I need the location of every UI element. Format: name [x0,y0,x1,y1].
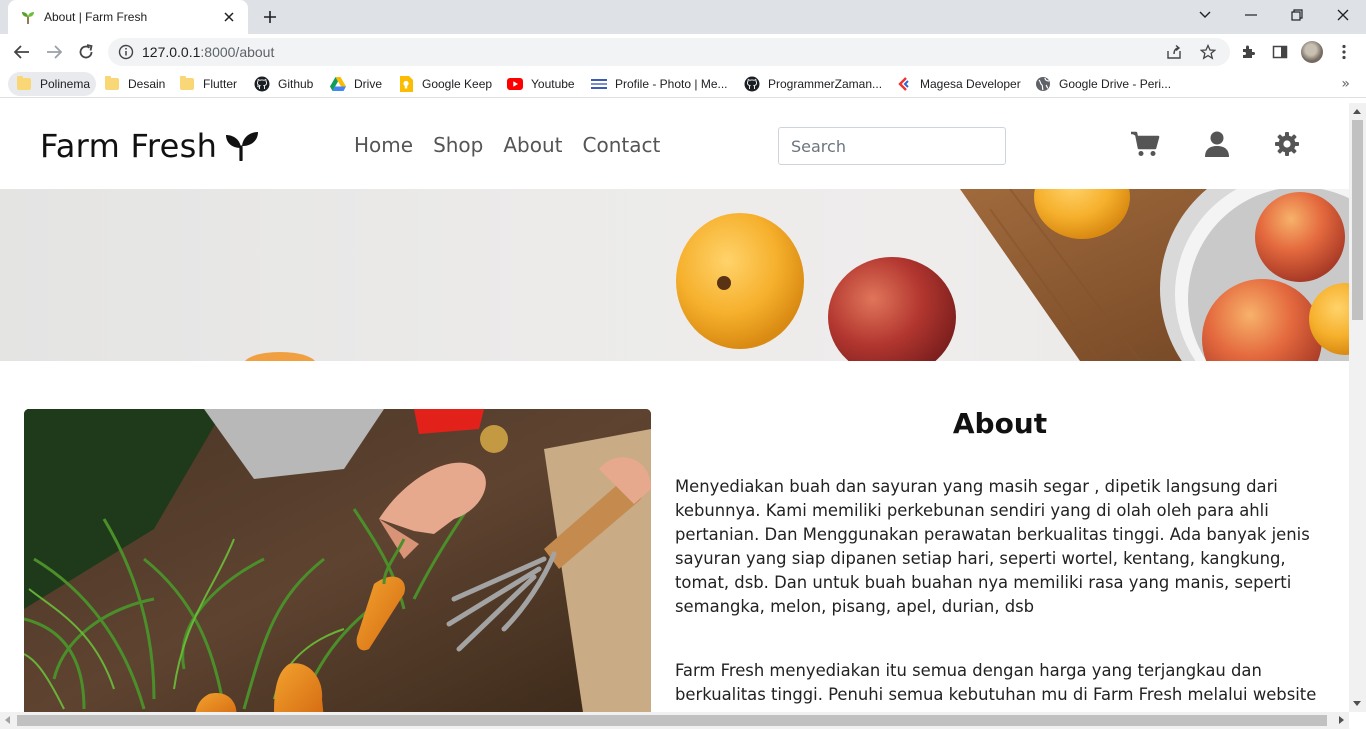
about-title: About [952,407,1048,440]
scroll-down-arrow-icon[interactable] [1353,701,1361,706]
browser-tabstrip: About | Farm Fresh [0,0,1366,34]
bookmark-label: Google Drive - Peri... [1059,77,1172,91]
site-logo[interactable]: Farm Fresh [40,127,259,165]
google-drive-icon [330,76,346,92]
url-host: 127.0.0.1 [142,44,201,60]
github-icon [744,76,760,92]
address-bar[interactable]: 127.0.0.1:8000/about [108,38,1230,66]
side-panel-icon[interactable] [1270,42,1290,62]
globe-icon [1035,76,1051,92]
gear-icon[interactable] [1272,130,1302,158]
hero-banner-image [0,189,1349,361]
close-window-icon[interactable] [1320,0,1366,30]
bookmark-label: Drive [354,77,383,91]
back-icon[interactable] [8,38,36,66]
tab-search-chevron-icon[interactable] [1182,0,1228,30]
close-tab-icon[interactable] [220,8,238,26]
folder-icon [104,76,120,92]
bookmark-label: ProgrammerZaman... [768,77,883,91]
sprout-logo-icon [226,132,259,161]
bookmark-polinema[interactable]: Polinema [8,72,97,96]
youtube-icon [507,76,523,92]
nav-home[interactable]: Home [354,133,413,157]
site-info-icon[interactable] [118,44,134,60]
url-path: :8000/about [200,44,275,60]
cart-icon[interactable] [1130,130,1160,158]
folder-icon [179,76,195,92]
nav-about[interactable]: About [503,133,562,157]
bookmark-google-keep[interactable]: Google Keep [398,72,492,96]
folder-icon [16,76,32,92]
google-keep-icon [398,76,414,92]
tab-title: About | Farm Fresh [44,10,148,24]
bookmark-label: Polinema [40,77,91,91]
bookmark-drive[interactable]: Drive [330,72,382,96]
new-tab-icon[interactable] [260,7,280,27]
bookmark-github[interactable]: Github [254,72,313,96]
minimize-icon[interactable] [1228,0,1274,30]
bookmark-label: Desain [128,77,166,91]
browser-toolbar: 127.0.0.1:8000/about [0,34,1366,70]
about-paragraph-1: Menyediakan buah dan sayuran yang masih … [675,477,1310,616]
bookmark-label: Github [278,77,314,91]
chrome-menu-icon[interactable] [1334,42,1354,62]
bookmark-flutter[interactable]: Flutter [179,72,237,96]
forward-icon[interactable] [40,38,68,66]
horizontal-scrollbar[interactable] [0,712,1349,729]
page-viewport: Farm Fresh Home Shop About Contact Searc… [0,103,1349,712]
extensions-icon[interactable] [1238,42,1258,62]
browser-tab-active[interactable]: About | Farm Fresh [8,0,248,34]
user-icon[interactable] [1202,130,1232,158]
sprout-favicon-icon [22,12,34,24]
bookmark-label: Magesa Developer [920,77,1021,91]
main-nav: Home Shop About Contact [354,133,660,157]
bookmark-label: Youtube [531,77,575,91]
scroll-up-arrow-icon[interactable] [1353,109,1361,114]
bookmark-youtube[interactable]: Youtube [507,72,575,96]
reload-icon[interactable] [72,38,100,66]
bookmark-star-icon[interactable] [1200,44,1216,60]
nav-contact[interactable]: Contact [583,133,661,157]
nav-shop[interactable]: Shop [433,133,483,157]
bookmark-desain[interactable]: Desain [104,72,165,96]
bookmark-google-drive-peri[interactable]: Google Drive - Peri... [1035,72,1171,96]
magesa-icon [896,76,912,92]
profile-avatar[interactable] [1301,41,1323,63]
horizontal-scroll-thumb[interactable] [17,715,1327,726]
scroll-left-arrow-icon[interactable] [5,716,10,724]
profile-site-icon [591,76,607,92]
url-text[interactable]: 127.0.0.1:8000/about [142,44,274,60]
more-bookmarks-icon[interactable]: » [1341,76,1350,92]
bookmark-label: Flutter [203,77,238,91]
logo-text: Farm Fresh [40,127,218,165]
bookmark-label: Profile - Photo | Me... [615,77,728,91]
bookmark-label: Google Keep [422,77,493,91]
bookmarks-bar: Polinema Desain Flutter Github Drive Goo… [0,70,1366,98]
vertical-scroll-thumb[interactable] [1352,120,1363,320]
bookmark-profile-photo[interactable]: Profile - Photo | Me... [591,72,728,96]
search-input[interactable] [778,127,1006,165]
github-icon [254,76,270,92]
about-paragraph-2: Farm Fresh menyediakan itu semua dengan … [675,661,1317,704]
restore-icon[interactable] [1274,0,1320,30]
about-farming-image [24,409,651,712]
bookmark-programmerzaman[interactable]: ProgrammerZaman... [744,72,882,96]
vertical-scrollbar[interactable] [1349,103,1366,712]
bookmark-magesa[interactable]: Magesa Developer [896,72,1021,96]
site-header: Farm Fresh Home Shop About Contact [0,103,1349,189]
scroll-right-arrow-icon[interactable] [1339,716,1344,724]
share-icon[interactable] [1166,44,1182,60]
